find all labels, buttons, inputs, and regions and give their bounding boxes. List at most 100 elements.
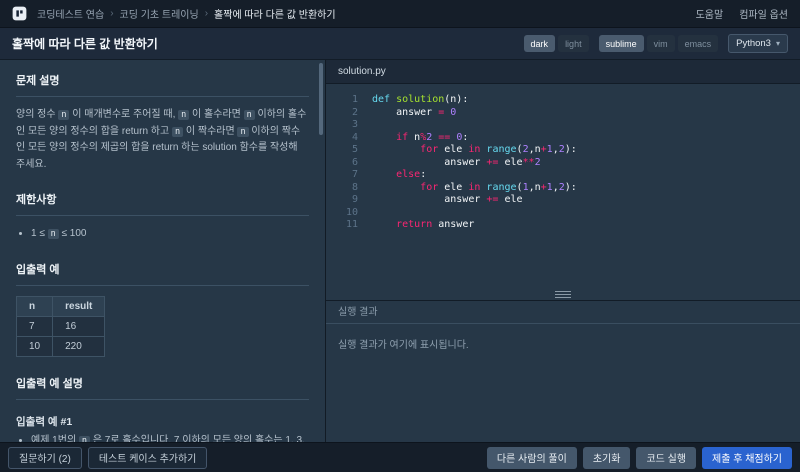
reset-button[interactable]: 초기화: [583, 447, 631, 469]
breadcrumb-item-practice[interactable]: 코딩테스트 연습: [37, 6, 104, 21]
breadcrumb-separator-icon: ›: [110, 8, 113, 19]
code-text: else:: [372, 169, 426, 182]
editor-controls: dark light sublime vim emacs Python3 ▾: [524, 34, 788, 53]
code-line[interactable]: 2 answer = 0: [332, 107, 800, 120]
code-line[interactable]: 4 if n%2 == 0:: [332, 132, 800, 145]
section-constraints: 제한사항 1 ≤ n ≤ 100: [16, 191, 309, 243]
topbar-right: 도움말 컴파일 옵션: [696, 6, 788, 21]
chevron-down-icon: ▾: [776, 39, 780, 48]
keymap-sublime-button[interactable]: sublime: [599, 35, 644, 52]
keymap-vim-button[interactable]: vim: [647, 35, 675, 52]
code-text: answer += ele: [372, 194, 523, 207]
inline-code: n: [48, 229, 59, 239]
section-title-io: 입출력 예: [16, 261, 309, 286]
result-placeholder: 실행 결과가 여기에 표시됩니다.: [326, 324, 800, 442]
table-cell: 10: [17, 336, 53, 356]
main-area: 문제 설명 양의 정수 n 이 매개변수로 주어질 때, n 이 홀수라면 n …: [0, 60, 800, 442]
code-editor[interactable]: 1def solution(n):2 answer = 034 if n%2 =…: [326, 84, 800, 288]
ask-question-button[interactable]: 질문하기 (2): [8, 447, 82, 469]
section-io-description: 입출력 예 설명 입출력 예 #1 예제 1번의 n 은 7로 홀수입니다. 7…: [16, 375, 309, 443]
table-cell: 16: [53, 316, 105, 336]
code-line[interactable]: 10: [332, 207, 800, 220]
io-table: nresult 71610220: [16, 296, 105, 357]
add-testcase-button[interactable]: 테스트 케이스 추가하기: [88, 447, 208, 469]
code-text: def solution(n):: [372, 94, 468, 107]
editor-tab-bar: solution.py: [326, 60, 800, 84]
scrollbar-thumb[interactable]: [319, 63, 323, 135]
run-code-button[interactable]: 코드 실행: [636, 447, 696, 469]
page-title: 홀짝에 따라 다른 값 반환하기: [12, 35, 158, 52]
constraint-item: 1 ≤ n ≤ 100: [31, 226, 309, 243]
code-line[interactable]: 6 answer += ele**2: [332, 157, 800, 170]
theme-toggle-group: dark light: [524, 35, 589, 52]
code-line[interactable]: 5 for ele in range(2,n+1,2):: [332, 144, 800, 157]
app-window: 코딩테스트 연습 › 코딩 기초 트레이닝 › 홀짝에 따라 다른 값 반환하기…: [0, 0, 800, 472]
io-table-header-row: nresult: [17, 296, 105, 316]
line-number: 7: [332, 169, 358, 182]
keymap-emacs-button[interactable]: emacs: [678, 35, 719, 52]
line-number: 3: [332, 119, 358, 132]
language-select[interactable]: Python3 ▾: [728, 34, 788, 53]
top-navbar: 코딩테스트 연습 › 코딩 기초 트레이닝 › 홀짝에 따라 다른 값 반환하기…: [0, 0, 800, 28]
example-1-text: 예제 1번의 n 은 7로 홀수입니다. 7 이하의 모든 양의 홀수는 1, …: [31, 433, 309, 443]
breadcrumb-item-course[interactable]: 코딩 기초 트레이닝: [120, 6, 199, 21]
inline-code: n: [172, 127, 183, 137]
footer-bar: 질문하기 (2) 테스트 케이스 추가하기 다른 사람의 풀이 초기화 코드 실…: [0, 442, 800, 472]
section-description: 문제 설명 양의 정수 n 이 매개변수로 주어질 때, n 이 홀수라면 n …: [16, 72, 309, 173]
code-line[interactable]: 9 answer += ele: [332, 194, 800, 207]
keymap-toggle-group: sublime vim emacs: [599, 35, 719, 52]
title-bar: 홀짝에 따라 다른 값 반환하기 dark light sublime vim …: [0, 28, 800, 60]
constraints-list: 1 ≤ n ≤ 100: [31, 226, 309, 243]
code-line[interactable]: 3: [332, 119, 800, 132]
line-number: 9: [332, 194, 358, 207]
code-line[interactable]: 1 def solution(n):: [332, 94, 800, 107]
section-title-description: 문제 설명: [16, 72, 309, 97]
line-number: 11: [332, 219, 358, 232]
table-cell: 7: [17, 316, 53, 336]
inline-code: n: [237, 127, 248, 137]
line-number: 10: [332, 207, 358, 220]
language-select-value: Python3: [736, 38, 771, 49]
editor-panel: solution.py 1def solution(n):2 answer = …: [326, 60, 800, 442]
theme-dark-button[interactable]: dark: [524, 35, 556, 52]
editor-tab-solution[interactable]: solution.py: [338, 66, 386, 77]
inline-code: n: [79, 436, 90, 443]
splitter-handle-icon: [555, 291, 571, 298]
code-text: for ele in range(1,n+1,2):: [372, 182, 577, 195]
io-table-header-cell: n: [17, 296, 53, 316]
theme-light-button[interactable]: light: [558, 35, 589, 52]
code-text: for ele in range(2,n+1,2):: [372, 144, 577, 157]
line-number: 5: [332, 144, 358, 157]
compile-options-link[interactable]: 컴파일 옵션: [739, 6, 788, 21]
inline-code: n: [58, 110, 69, 120]
help-link[interactable]: 도움말: [696, 6, 724, 21]
line-number: 2: [332, 107, 358, 120]
inline-code: n: [178, 110, 189, 120]
table-row: 10220: [17, 336, 105, 356]
editor-result-splitter[interactable]: [326, 288, 800, 300]
code-text: answer += ele**2: [372, 157, 541, 170]
example-1-title: 입출력 예 #1: [16, 414, 309, 429]
breadcrumb-item-current[interactable]: 홀짝에 따라 다른 값 반환하기: [214, 6, 336, 21]
code-text: answer = 0: [372, 107, 456, 120]
other-solutions-button[interactable]: 다른 사람의 풀이: [487, 447, 577, 469]
table-cell: 220: [53, 336, 105, 356]
code-line[interactable]: 11 return answer: [332, 219, 800, 232]
line-number: 8: [332, 182, 358, 195]
breadcrumb: 코딩테스트 연습 › 코딩 기초 트레이닝 › 홀짝에 따라 다른 값 반환하기: [37, 6, 336, 21]
topbar-left: 코딩테스트 연습 › 코딩 기초 트레이닝 › 홀짝에 따라 다른 값 반환하기: [12, 6, 336, 21]
breadcrumb-separator-icon: ›: [205, 8, 208, 19]
submit-button[interactable]: 제출 후 채점하기: [702, 447, 792, 469]
logo-icon[interactable]: [12, 6, 27, 21]
code-line[interactable]: 7 else:: [332, 169, 800, 182]
line-number: 4: [332, 132, 358, 145]
line-number: 1: [332, 94, 358, 107]
code-text: if n%2 == 0:: [372, 132, 468, 145]
result-header: 실행 결과: [326, 300, 800, 324]
inline-code: n: [244, 110, 255, 120]
problem-panel[interactable]: 문제 설명 양의 정수 n 이 매개변수로 주어질 때, n 이 홀수라면 n …: [0, 60, 326, 442]
code-line[interactable]: 8 for ele in range(1,n+1,2):: [332, 182, 800, 195]
example-1-list: 예제 1번의 n 은 7로 홀수입니다. 7 이하의 모든 양의 홀수는 1, …: [31, 433, 309, 443]
section-io-examples: 입출력 예 nresult 71610220: [16, 261, 309, 357]
code-text: return answer: [372, 219, 474, 232]
